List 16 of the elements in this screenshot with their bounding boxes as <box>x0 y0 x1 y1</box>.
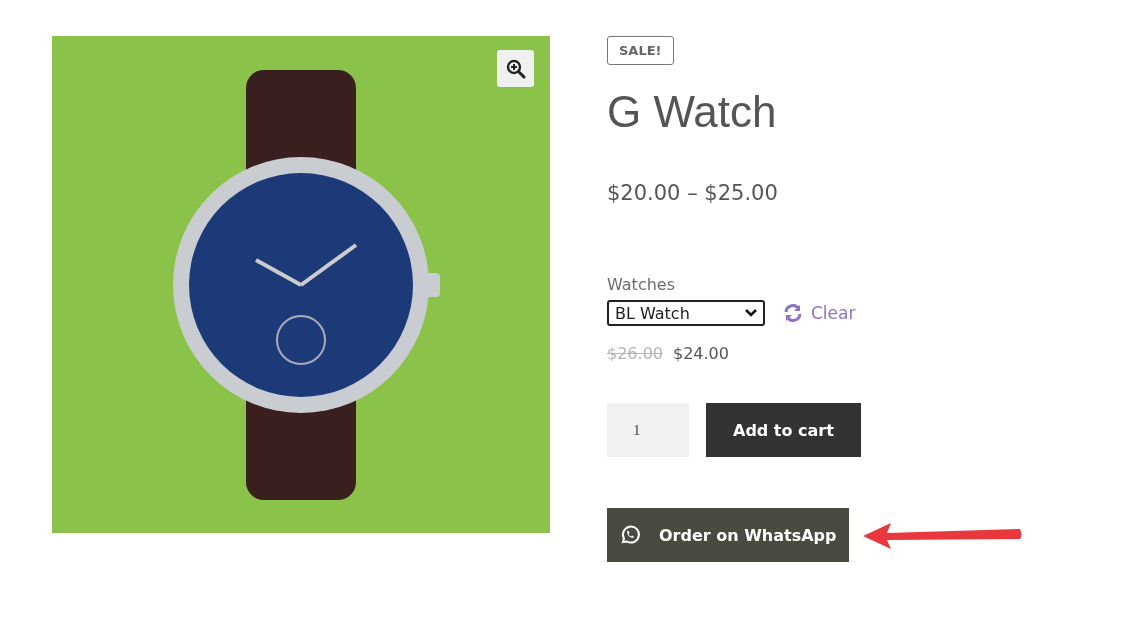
zoom-button[interactable] <box>497 50 534 87</box>
sale-price: $24.00 <box>673 344 729 363</box>
chevron-down-icon <box>745 309 757 317</box>
sale-badge: SALE! <box>607 36 674 65</box>
chat-bubble-icon <box>619 524 641 546</box>
whatsapp-order-button[interactable]: Order on WhatsApp <box>607 508 849 562</box>
product-title: G Watch <box>607 87 777 137</box>
clear-link[interactable]: Clear <box>783 303 856 323</box>
variation-label: Watches <box>607 275 675 294</box>
add-to-cart-button[interactable]: Add to cart <box>706 403 861 457</box>
zoom-in-icon <box>505 58 526 79</box>
price-range: $20.00 – $25.00 <box>607 181 778 205</box>
quantity-field[interactable]: 1 <box>607 403 689 457</box>
refresh-icon <box>783 304 803 322</box>
variation-select[interactable]: BL Watch <box>607 300 765 326</box>
original-price: $26.00 <box>607 344 663 363</box>
